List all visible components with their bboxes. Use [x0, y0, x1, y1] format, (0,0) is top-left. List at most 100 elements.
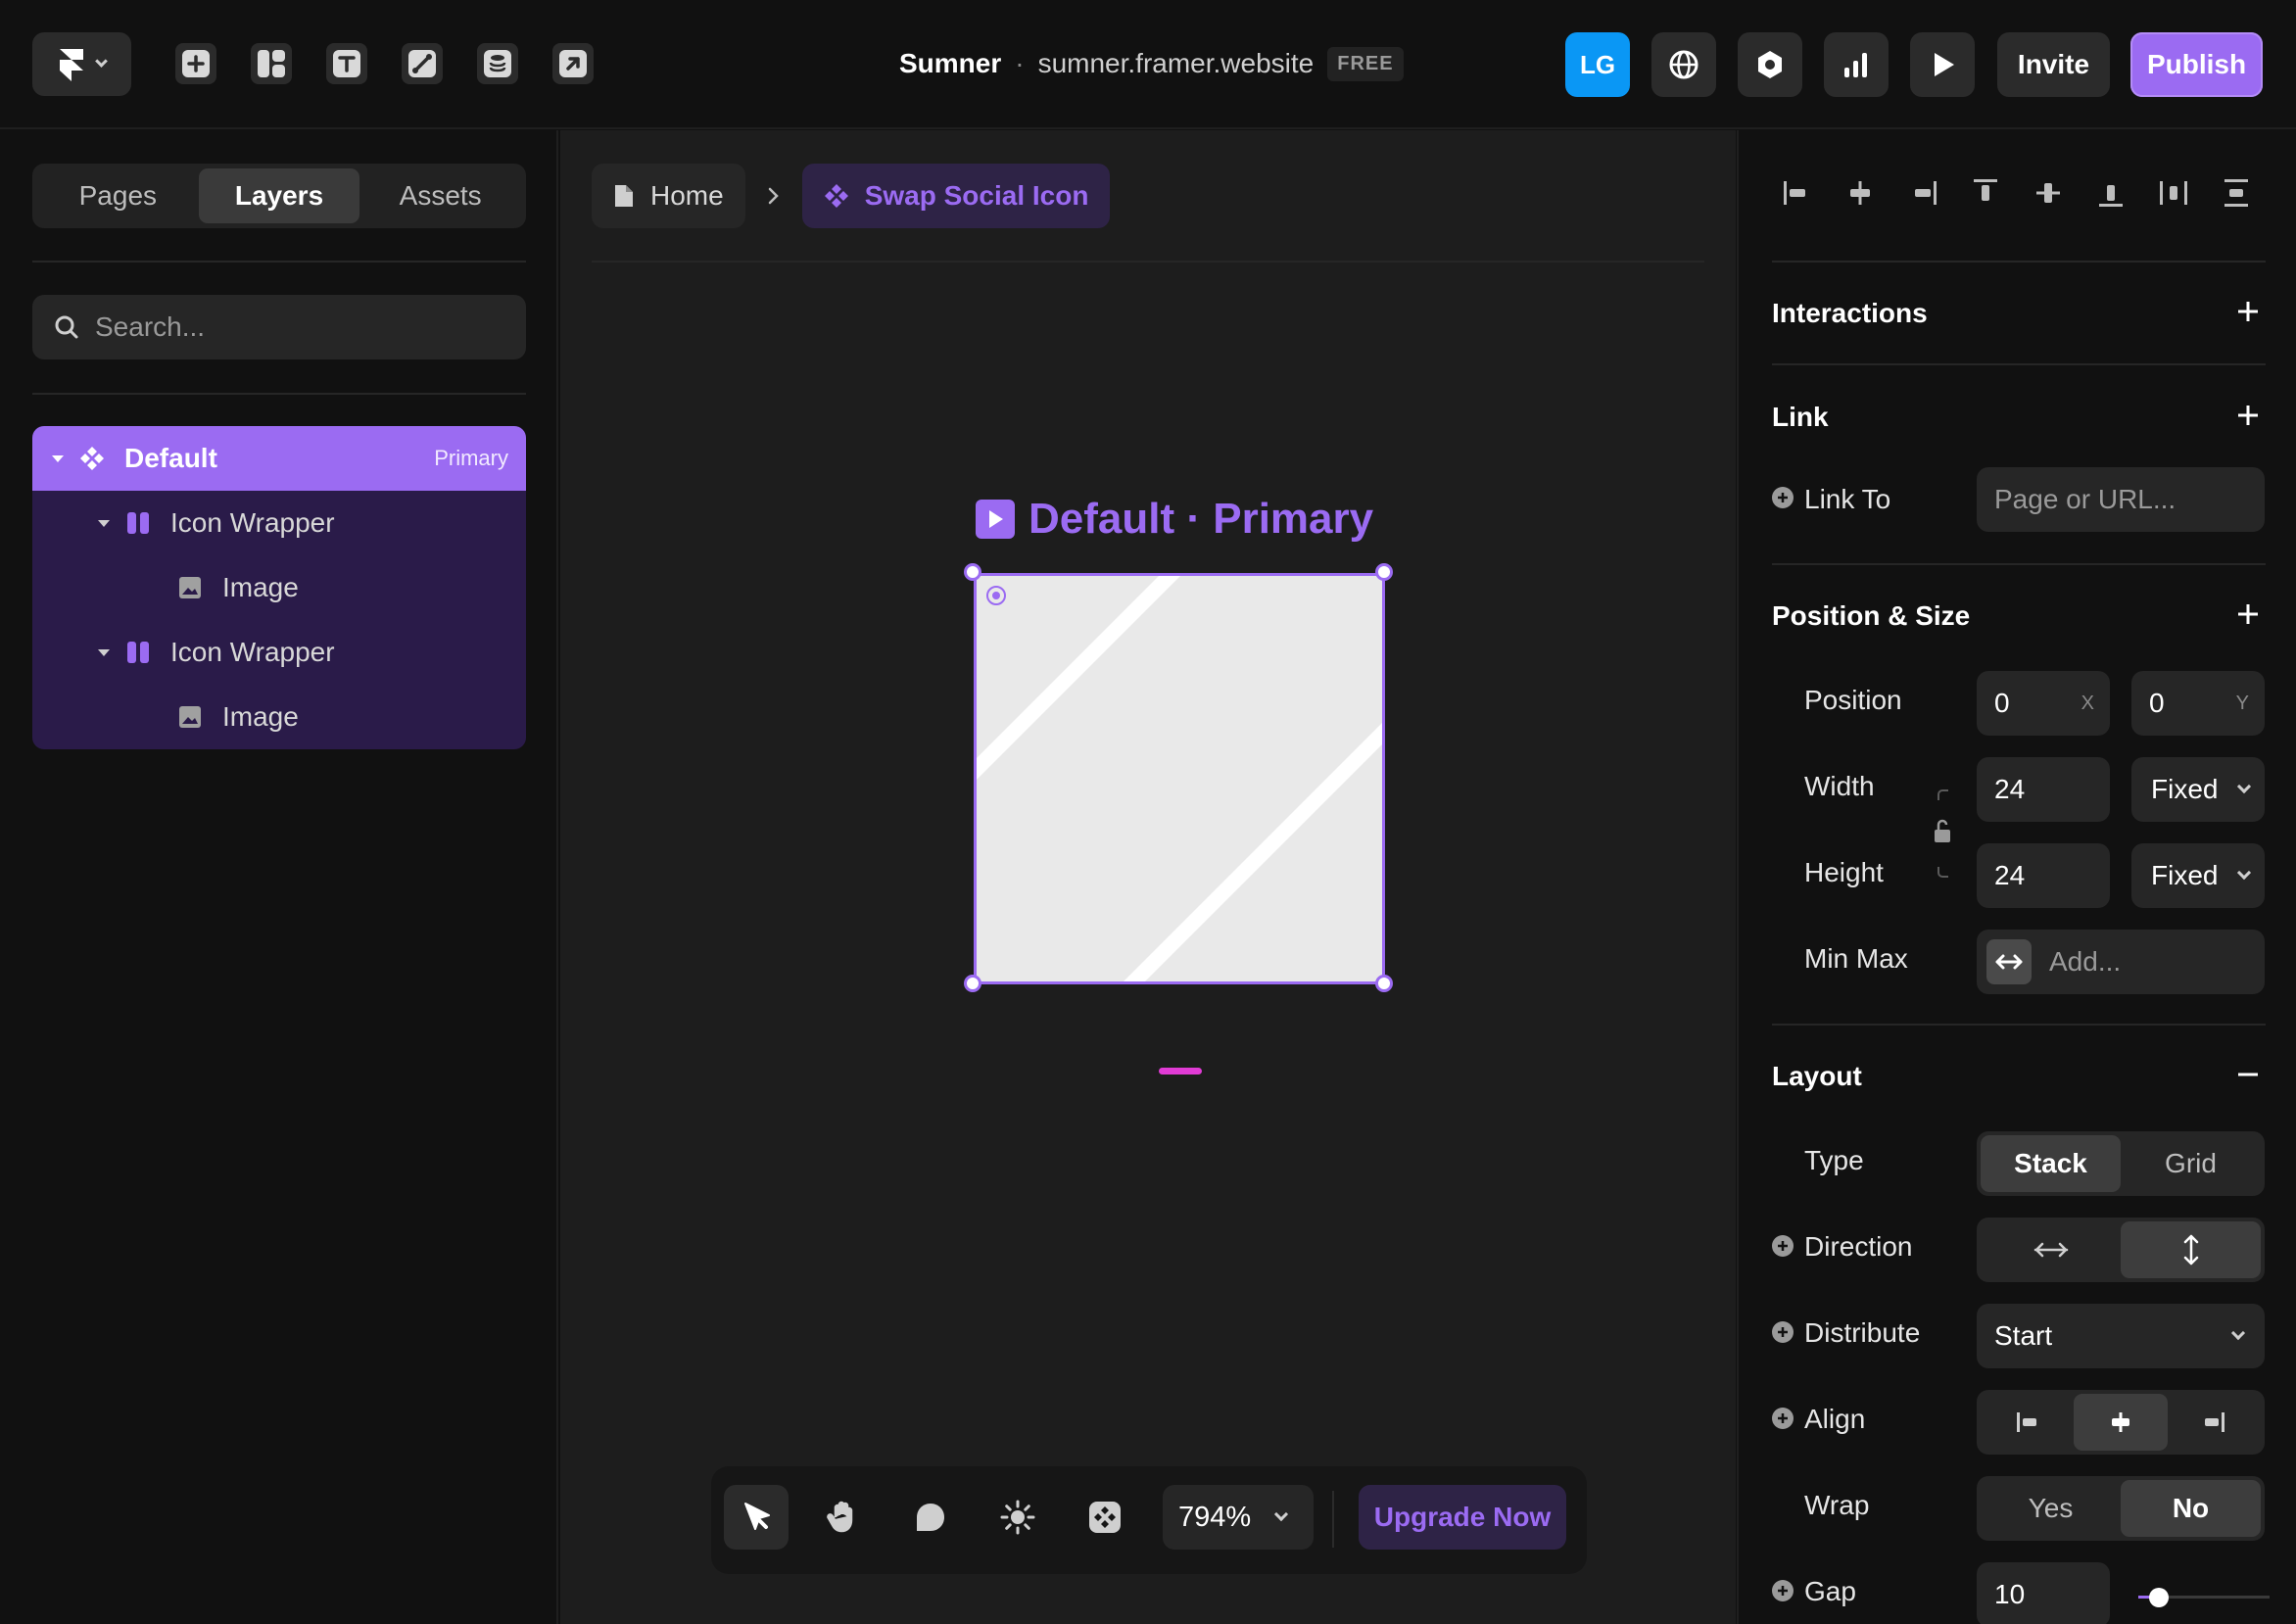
- variant-badge: Primary: [434, 446, 508, 470]
- layout-icon[interactable]: [251, 43, 292, 84]
- layer-row-image[interactable]: Image: [32, 685, 526, 749]
- link-to-input[interactable]: Page or URL...: [1977, 467, 2265, 532]
- collapse-minus-icon[interactable]: [2233, 1060, 2263, 1089]
- direction-toggle: [1977, 1218, 2265, 1282]
- selected-frame[interactable]: [974, 573, 1385, 984]
- add-property-plus-icon[interactable]: [1772, 1408, 1794, 1429]
- position-size-plus-icon[interactable]: [2233, 599, 2263, 629]
- type-stack-option[interactable]: Stack: [1981, 1135, 2121, 1192]
- layer-label: Image: [222, 701, 299, 732]
- wrap-yes-option[interactable]: Yes: [1981, 1480, 2121, 1537]
- add-property-plus-icon[interactable]: [1772, 1580, 1794, 1601]
- vector-pen-icon[interactable]: [402, 43, 443, 84]
- align-end-icon[interactable]: [2168, 1394, 2261, 1451]
- design-canvas[interactable]: Home Swap Social Icon Default · Primary: [560, 130, 1736, 1624]
- add-link-plus-icon[interactable]: [2233, 401, 2263, 430]
- position-x-value: 0: [1994, 688, 2010, 718]
- settings-icon[interactable]: [1738, 32, 1802, 97]
- framer-menu-button[interactable]: [32, 32, 131, 96]
- height-input[interactable]: 24: [1977, 843, 2110, 908]
- align-center-h-icon[interactable]: [1841, 173, 1880, 213]
- height-mode-select[interactable]: Fixed: [2131, 843, 2265, 908]
- align-start-icon[interactable]: [1981, 1394, 2074, 1451]
- resize-handle-top-left[interactable]: [964, 563, 981, 581]
- add-property-plus-icon[interactable]: [1772, 487, 1794, 508]
- wrap-no-option[interactable]: No: [2121, 1480, 2261, 1537]
- layer-row-default[interactable]: Default Primary: [32, 426, 526, 491]
- add-interaction-plus-icon[interactable]: [2233, 297, 2263, 326]
- x-axis-label: X: [2081, 692, 2094, 714]
- user-avatar[interactable]: LG: [1565, 32, 1630, 97]
- gap-slider[interactable]: [2138, 1588, 2270, 1607]
- wrap-toggle: Yes No: [1977, 1476, 2265, 1541]
- upgrade-now-button[interactable]: Upgrade Now: [1359, 1485, 1566, 1550]
- layers-search[interactable]: [32, 295, 526, 359]
- publish-button[interactable]: Publish: [2130, 32, 2263, 97]
- distribute-h-icon[interactable]: [2154, 173, 2193, 213]
- slider-knob[interactable]: [2149, 1588, 2169, 1607]
- distribute-label: Distribute: [1804, 1317, 1921, 1348]
- align-left-icon[interactable]: [1778, 173, 1817, 213]
- divider: [1772, 261, 2266, 263]
- resize-handle-bottom-right[interactable]: [1375, 975, 1393, 992]
- aspect-lock-icon[interactable]: [1931, 787, 1954, 881]
- resize-handle-bottom-left[interactable]: [964, 975, 981, 992]
- layout-title: Layout: [1772, 1061, 1862, 1091]
- globe-icon[interactable]: [1651, 32, 1716, 97]
- position-label: Position: [1804, 685, 1902, 715]
- align-top-icon[interactable]: [1966, 173, 2005, 213]
- insert-icon[interactable]: [175, 43, 216, 84]
- layer-row-image[interactable]: Image: [32, 555, 526, 620]
- direction-vertical-icon[interactable]: [2121, 1221, 2261, 1278]
- invite-button[interactable]: Invite: [1997, 32, 2110, 97]
- select-pointer-icon[interactable]: [724, 1485, 789, 1550]
- preview-play-icon[interactable]: [1910, 32, 1975, 97]
- tab-pages[interactable]: Pages: [37, 168, 199, 223]
- hand-pan-icon[interactable]: [811, 1485, 876, 1550]
- width-input[interactable]: 24: [1977, 757, 2110, 822]
- breadcrumb-swap-social-icon[interactable]: Swap Social Icon: [801, 164, 1111, 228]
- add-property-plus-icon[interactable]: [1772, 1321, 1794, 1343]
- position-y-input[interactable]: 0 Y: [2131, 671, 2265, 736]
- search-input[interactable]: [95, 311, 506, 343]
- chevron-down-icon: [2237, 779, 2252, 794]
- zoom-select[interactable]: 794%: [1163, 1485, 1314, 1550]
- tab-assets[interactable]: Assets: [359, 168, 521, 223]
- analytics-icon[interactable]: [1824, 32, 1889, 97]
- component-icon: [79, 446, 105, 471]
- width-mode-select[interactable]: Fixed: [2131, 757, 2265, 822]
- text-icon[interactable]: [326, 43, 367, 84]
- distribute-v-icon[interactable]: [2217, 173, 2256, 213]
- origin-target-icon[interactable]: [986, 586, 1006, 605]
- chevron-down-icon: [95, 55, 108, 68]
- layer-label: Icon Wrapper: [170, 637, 335, 667]
- interactions-title: Interactions: [1772, 298, 1928, 328]
- cms-database-icon[interactable]: [477, 43, 518, 84]
- add-property-plus-icon[interactable]: [1772, 1235, 1794, 1257]
- layer-row-icon-wrapper[interactable]: Icon Wrapper: [32, 491, 526, 555]
- tab-layers[interactable]: Layers: [198, 168, 360, 223]
- distribute-select[interactable]: Start: [1977, 1304, 2265, 1368]
- align-right-icon[interactable]: [1903, 173, 1942, 213]
- zoom-value: 794%: [1178, 1501, 1252, 1533]
- min-max-placeholder: Add...: [2049, 946, 2122, 977]
- breadcrumb-home[interactable]: Home: [592, 164, 745, 228]
- link-to-label: Link To: [1804, 484, 1891, 514]
- align-bottom-icon[interactable]: [2091, 173, 2130, 213]
- frame-label[interactable]: Default · Primary: [976, 494, 1373, 545]
- comment-icon[interactable]: [898, 1485, 963, 1550]
- align-middle-v-icon[interactable]: [2029, 173, 2068, 213]
- height-value: 24: [1994, 860, 2026, 890]
- position-x-input[interactable]: 0 X: [1977, 671, 2110, 736]
- align-center-icon[interactable]: [2074, 1394, 2168, 1451]
- components-icon[interactable]: [1073, 1485, 1137, 1550]
- site-title[interactable]: Sumner · sumner.framer.website FREE: [899, 43, 1404, 84]
- direction-horizontal-icon[interactable]: [1981, 1221, 2121, 1278]
- theme-sun-icon[interactable]: [985, 1485, 1050, 1550]
- gap-input[interactable]: 10: [1977, 1562, 2110, 1624]
- layer-row-icon-wrapper[interactable]: Icon Wrapper: [32, 620, 526, 685]
- type-grid-option[interactable]: Grid: [2121, 1135, 2261, 1192]
- min-max-input[interactable]: Add...: [1977, 930, 2265, 994]
- external-link-icon[interactable]: [552, 43, 594, 84]
- resize-handle-top-right[interactable]: [1375, 563, 1393, 581]
